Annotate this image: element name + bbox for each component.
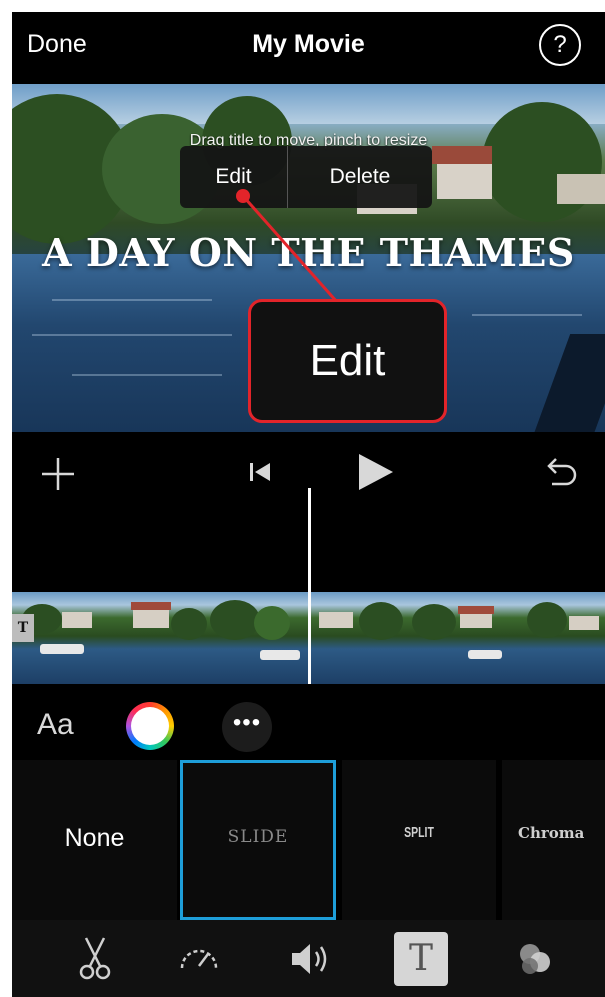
- text-icon: T: [408, 938, 433, 979]
- clip-frame: [309, 592, 408, 684]
- speedometer-icon[interactable]: [172, 932, 226, 986]
- bottom-toolbar: T: [12, 920, 605, 997]
- playhead[interactable]: [308, 488, 311, 684]
- title-style-split[interactable]: SPLIT: [342, 760, 496, 920]
- imovie-editor: Done My Movie ? Drag title to move, pinc…: [12, 12, 605, 997]
- title-style-none[interactable]: None: [12, 760, 177, 920]
- help-button[interactable]: ?: [539, 24, 581, 66]
- title-style-label: None: [64, 824, 125, 852]
- title-style-label: SLIDE: [227, 827, 289, 847]
- callout-label: Edit: [309, 336, 386, 385]
- clip-frame: [507, 592, 605, 684]
- filters-icon[interactable]: [508, 932, 562, 986]
- play-icon[interactable]: [355, 452, 395, 492]
- color-swatch: [131, 707, 169, 745]
- title-styles-carousel[interactable]: None SLIDE SPLIT Chroma: [12, 760, 605, 920]
- clip-frame: [210, 592, 309, 684]
- more-options-button[interactable]: •••: [222, 702, 272, 752]
- clip-frame: [111, 592, 210, 684]
- project-title: My Movie: [252, 30, 365, 58]
- title-style-label: SPLIT: [404, 824, 434, 841]
- plus-icon[interactable]: [40, 456, 76, 492]
- clip-frame: [408, 592, 507, 684]
- font-button[interactable]: Aa: [37, 708, 74, 742]
- skip-to-start-icon[interactable]: [246, 458, 274, 486]
- title-style-chroma[interactable]: Chroma: [502, 760, 605, 920]
- title-style-options: Aa •••: [12, 692, 605, 760]
- text-tool-button[interactable]: T: [394, 932, 448, 986]
- nav-bar: Done My Movie ?: [12, 12, 605, 84]
- video-preview[interactable]: Drag title to move, pinch to resize Edit…: [12, 84, 605, 432]
- undo-icon[interactable]: [540, 454, 580, 490]
- speaker-icon[interactable]: [284, 932, 338, 986]
- timeline[interactable]: T: [12, 488, 605, 692]
- edit-callout: Edit: [248, 299, 447, 423]
- title-style-label: Chroma: [518, 824, 585, 842]
- title-style-slide[interactable]: SLIDE: [180, 760, 336, 920]
- scissors-icon[interactable]: [68, 932, 122, 986]
- title-clip-badge: T: [12, 614, 34, 642]
- color-picker-icon[interactable]: [126, 702, 174, 750]
